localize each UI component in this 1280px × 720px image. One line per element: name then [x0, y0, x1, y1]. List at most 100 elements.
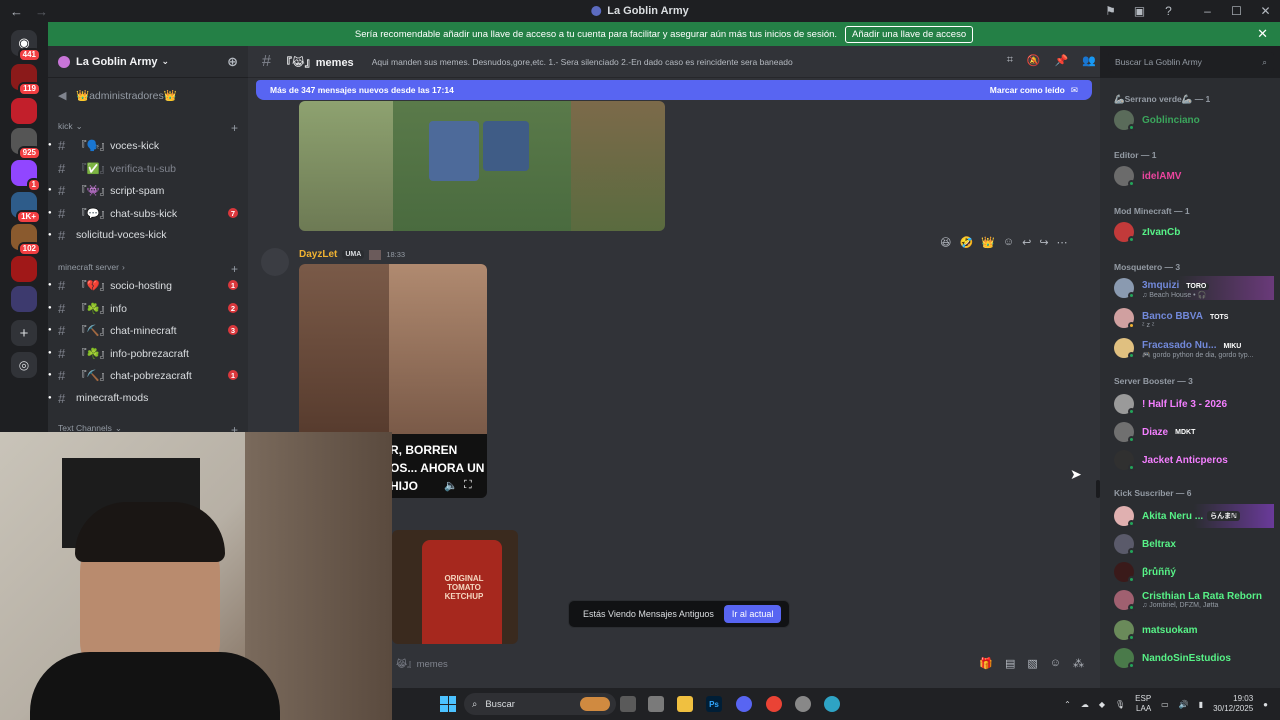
- wifi-icon[interactable]: ▭: [1161, 700, 1169, 709]
- channel-item[interactable]: ● # 『💬』chat-subs-kick 7: [48, 202, 248, 224]
- server-icon[interactable]: 925: [11, 128, 41, 160]
- member-list-icon[interactable]: 👥: [1082, 54, 1096, 67]
- volume-icon[interactable]: 🔊: [1179, 700, 1189, 709]
- app-icon[interactable]: [795, 696, 811, 712]
- app-icon[interactable]: [824, 696, 840, 712]
- microphone-icon[interactable]: 🎙: [1115, 700, 1125, 709]
- member-item[interactable]: βrůññý: [1114, 560, 1274, 584]
- close-icon[interactable]: ✕: [1251, 0, 1280, 22]
- forward-icon[interactable]: ↪: [1039, 236, 1048, 249]
- server-header[interactable]: La Goblin Army ⌄ ⊕: [48, 46, 248, 78]
- reply-icon[interactable]: ↩: [1022, 236, 1031, 249]
- fullscreen-icon[interactable]: ⛶: [464, 479, 472, 492]
- server-icon[interactable]: 1: [11, 160, 41, 192]
- member-item[interactable]: Cristhian La Rata Reborn ♫ Jombriel, DFZM…: [1114, 588, 1274, 612]
- notification-icon[interactable]: ●: [1263, 700, 1268, 709]
- keyboard-layout[interactable]: ESP LAA: [1135, 694, 1151, 714]
- chevron-up-icon[interactable]: ⌃: [1064, 700, 1071, 709]
- server-icon[interactable]: 119: [11, 64, 41, 96]
- windows-start-icon[interactable]: [440, 696, 456, 712]
- member-item[interactable]: matsuokam: [1114, 618, 1274, 642]
- server-icon[interactable]: [11, 98, 37, 124]
- emoji-reaction-icon[interactable]: 🤣: [959, 236, 973, 249]
- discover-icon[interactable]: ◎: [11, 352, 37, 378]
- threads-icon[interactable]: ⌗: [1007, 54, 1013, 67]
- channel-item[interactable]: ◀ 👑administradores👑: [48, 84, 248, 106]
- emoji-reaction-icon[interactable]: 👑: [981, 236, 995, 249]
- back-arrow-icon[interactable]: ←: [10, 4, 23, 19]
- channel-item[interactable]: ● # 『👾』script-spam: [48, 179, 248, 201]
- channel-topic[interactable]: Aqui manden sus memes. Desnudos,gore,etc…: [372, 57, 793, 67]
- emoji-reaction-icon[interactable]: 😆: [940, 236, 951, 249]
- channel-item[interactable]: ● # 『🗣️』voces-kick: [48, 134, 248, 156]
- member-item[interactable]: Beltrax: [1114, 532, 1274, 556]
- sticker-icon[interactable]: ▧: [1027, 657, 1037, 670]
- server-icon[interactable]: 1K+: [11, 192, 41, 224]
- channel-item[interactable]: ● # 『⛏️』chat-pobrezacraft 1: [48, 364, 248, 386]
- channel-item[interactable]: ● # minecraft-mods: [48, 387, 248, 409]
- task-view-icon[interactable]: [620, 696, 636, 712]
- chrome-icon[interactable]: [766, 696, 782, 712]
- pin-icon[interactable]: 📌: [1055, 54, 1069, 67]
- taskbar-search[interactable]: ⌕ Buscar: [464, 693, 616, 715]
- jump-to-present-button[interactable]: Ir al actual: [723, 605, 782, 623]
- channel-item[interactable]: ● # 『⛏️』chat-minecraft 3: [48, 319, 248, 341]
- channel-item[interactable]: # 『✅』verifica-tu-sub: [48, 157, 248, 179]
- apps-icon[interactable]: ⁂: [1073, 657, 1084, 670]
- member-item[interactable]: ! Half Life 3 - 2026: [1114, 392, 1274, 416]
- new-messages-bar[interactable]: Más de 347 mensajes nuevos desde las 17:…: [256, 80, 1092, 100]
- gift-icon[interactable]: 🎁: [979, 657, 993, 670]
- member-item[interactable]: NandoSinEstudios: [1114, 646, 1274, 670]
- maximize-icon[interactable]: ☐: [1222, 0, 1251, 22]
- server-icon[interactable]: [11, 256, 37, 282]
- member-item[interactable]: Akita Neru ... らんまℕ: [1114, 504, 1274, 528]
- window-icon[interactable]: ▣: [1125, 0, 1154, 22]
- dm-home-button[interactable]: ◉ 441: [11, 30, 41, 62]
- app-icon[interactable]: [648, 696, 664, 712]
- clock[interactable]: 19:03 30/12/2025: [1213, 694, 1253, 714]
- scrollbar-thumb[interactable]: [1096, 480, 1100, 498]
- inbox-icon[interactable]: ⚑: [1096, 0, 1125, 22]
- close-icon[interactable]: ✕: [1257, 26, 1268, 42]
- channel-item[interactable]: ● # 『☘️』info 2: [48, 297, 248, 319]
- add-reaction-icon[interactable]: ☺: [1003, 236, 1014, 249]
- minimize-icon[interactable]: –: [1193, 0, 1222, 22]
- forward-arrow-icon[interactable]: →: [35, 4, 48, 19]
- battery-icon[interactable]: ▮: [1199, 700, 1203, 709]
- add-passkey-button[interactable]: Añadir una llave de acceso: [845, 25, 974, 43]
- add-server-icon[interactable]: +: [11, 320, 37, 346]
- category-header[interactable]: kick ⌄ +: [58, 121, 238, 135]
- invite-icon[interactable]: ⊕: [227, 54, 238, 70]
- member-item[interactable]: Banco BBVA TOTS ᶻ z ᶻ: [1114, 306, 1274, 330]
- member-item[interactable]: Fracasado Nu... MIKU 🎮 gordo python de dia…: [1114, 336, 1274, 360]
- network-icon[interactable]: ☁: [1081, 700, 1089, 709]
- help-icon[interactable]: ?: [1154, 0, 1183, 22]
- member-item[interactable]: idelAMV: [1114, 164, 1274, 188]
- server-icon[interactable]: 102: [11, 224, 41, 256]
- app-tray-icon[interactable]: ◆: [1099, 700, 1105, 709]
- gif-icon[interactable]: ▤: [1005, 657, 1015, 670]
- member-item[interactable]: 3mquizi TORO ♫ Beach House • 🎧: [1114, 276, 1274, 300]
- unread-indicator: ●: [48, 210, 52, 216]
- volume-icon[interactable]: 🔈: [444, 479, 458, 492]
- member-item[interactable]: Jacket Anticperos: [1114, 448, 1274, 472]
- attachment-image[interactable]: [299, 101, 665, 231]
- server-icon[interactable]: [11, 286, 37, 312]
- member-item[interactable]: Goblinciano: [1114, 108, 1274, 132]
- member-item[interactable]: Diaze MDKT: [1114, 420, 1274, 444]
- file-explorer-icon[interactable]: [677, 696, 693, 712]
- member-item[interactable]: zIvanCb: [1114, 220, 1274, 244]
- emoji-icon[interactable]: ☺: [1050, 657, 1061, 670]
- avatar[interactable]: [261, 248, 289, 276]
- mark-read-button[interactable]: Marcar como leído: [990, 85, 1065, 95]
- channel-item[interactable]: ● # 『💔』socio-hosting 1: [48, 274, 248, 296]
- photoshop-icon[interactable]: Ps: [706, 696, 722, 712]
- channel-item[interactable]: ● # 『☘️』info-pobrezacraft: [48, 342, 248, 364]
- notification-bell-icon[interactable]: 🔕: [1027, 54, 1041, 67]
- discord-icon[interactable]: [736, 696, 752, 712]
- attachment-image[interactable]: ORIGINAL TOMATO KETCHUP: [392, 530, 518, 644]
- search-input[interactable]: Buscar La Goblin Army ⌕: [1108, 52, 1274, 72]
- channel-item[interactable]: ● # solicitud-voces-kick: [48, 224, 248, 246]
- more-icon[interactable]: ⋯: [1057, 236, 1068, 249]
- message-author[interactable]: DayzLet: [299, 249, 337, 260]
